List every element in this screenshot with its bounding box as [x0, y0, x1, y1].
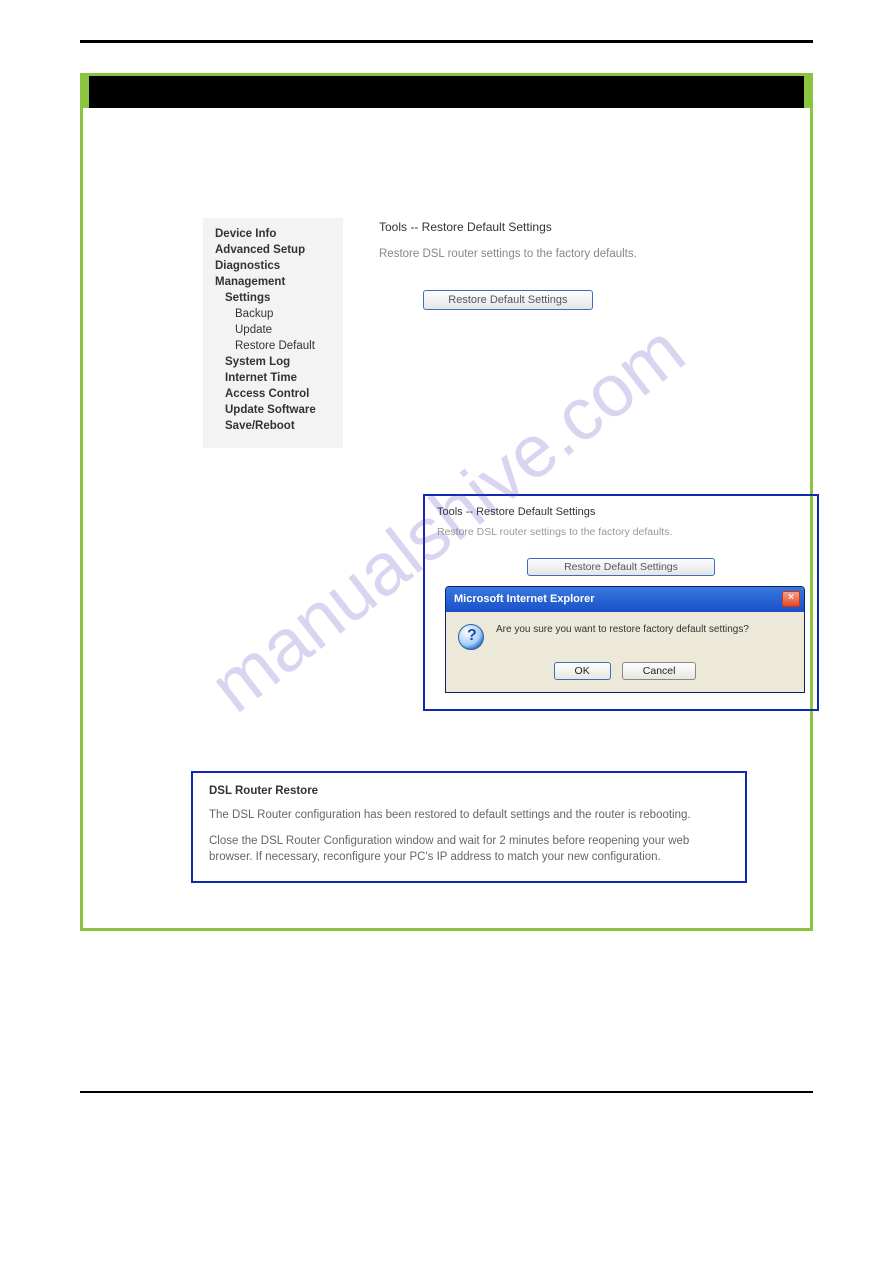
sidebar-item-update-software[interactable]: Update Software — [215, 402, 331, 418]
router-admin-ui: Device Info Advanced Setup Diagnostics M… — [103, 218, 790, 448]
ie-confirm-dialog: Microsoft Internet Explorer × Are you su… — [445, 586, 805, 693]
restore-defaults-button[interactable]: Restore Default Settings — [423, 290, 592, 310]
pane-title: Tools -- Restore Default Settings — [379, 220, 637, 234]
sidebar-item-settings[interactable]: Settings — [215, 290, 331, 306]
dialog-title: Microsoft Internet Explorer — [454, 593, 595, 605]
cancel-button[interactable]: Cancel — [622, 662, 697, 680]
sidebar-item-update[interactable]: Update — [215, 322, 331, 338]
restore-paragraph-2: Close the DSL Router Configuration windo… — [209, 833, 729, 865]
sidebar-item-advanced-setup[interactable]: Advanced Setup — [215, 242, 331, 258]
sidebar-item-diagnostics[interactable]: Diagnostics — [215, 258, 331, 274]
restore-title: DSL Router Restore — [209, 785, 729, 797]
top-rule — [80, 40, 813, 43]
sidebar-item-save-reboot[interactable]: Save/Reboot — [215, 418, 331, 434]
restore-paragraph-1: The DSL Router configuration has been re… — [209, 807, 729, 823]
dialog-message: Are you sure you want to restore factory… — [496, 624, 749, 635]
close-icon[interactable]: × — [782, 591, 800, 607]
ok-button[interactable]: OK — [554, 662, 611, 680]
sidebar-item-backup[interactable]: Backup — [215, 306, 331, 322]
restore-defaults-button-2[interactable]: Restore Default Settings — [527, 558, 715, 576]
sidebar-item-device-info[interactable]: Device Info — [215, 226, 331, 242]
dialog-titlebar: Microsoft Internet Explorer × — [446, 587, 804, 612]
sidebar-nav: Device Info Advanced Setup Diagnostics M… — [203, 218, 343, 448]
restore-confirm-screenshot: Tools -- Restore Default Settings Restor… — [423, 494, 819, 711]
pane2-description: Restore DSL router settings to the facto… — [437, 526, 805, 538]
black-header-bar — [83, 76, 810, 108]
question-icon — [458, 624, 484, 650]
main-content-pane: Tools -- Restore Default Settings Restor… — [379, 218, 637, 448]
screenshot-frame: manualshive.com Device Info Advanced Set… — [80, 73, 813, 931]
sidebar-item-internet-time[interactable]: Internet Time — [215, 370, 331, 386]
sidebar-item-management[interactable]: Management — [215, 274, 331, 290]
sidebar-item-access-control[interactable]: Access Control — [215, 386, 331, 402]
bottom-rule — [80, 1091, 813, 1093]
router-restore-notice: DSL Router Restore The DSL Router config… — [191, 771, 747, 883]
pane2-title: Tools -- Restore Default Settings — [437, 506, 805, 518]
sidebar-item-system-log[interactable]: System Log — [215, 354, 331, 370]
pane-description: Restore DSL router settings to the facto… — [379, 248, 637, 260]
sidebar-item-restore-default[interactable]: Restore Default — [215, 338, 331, 354]
